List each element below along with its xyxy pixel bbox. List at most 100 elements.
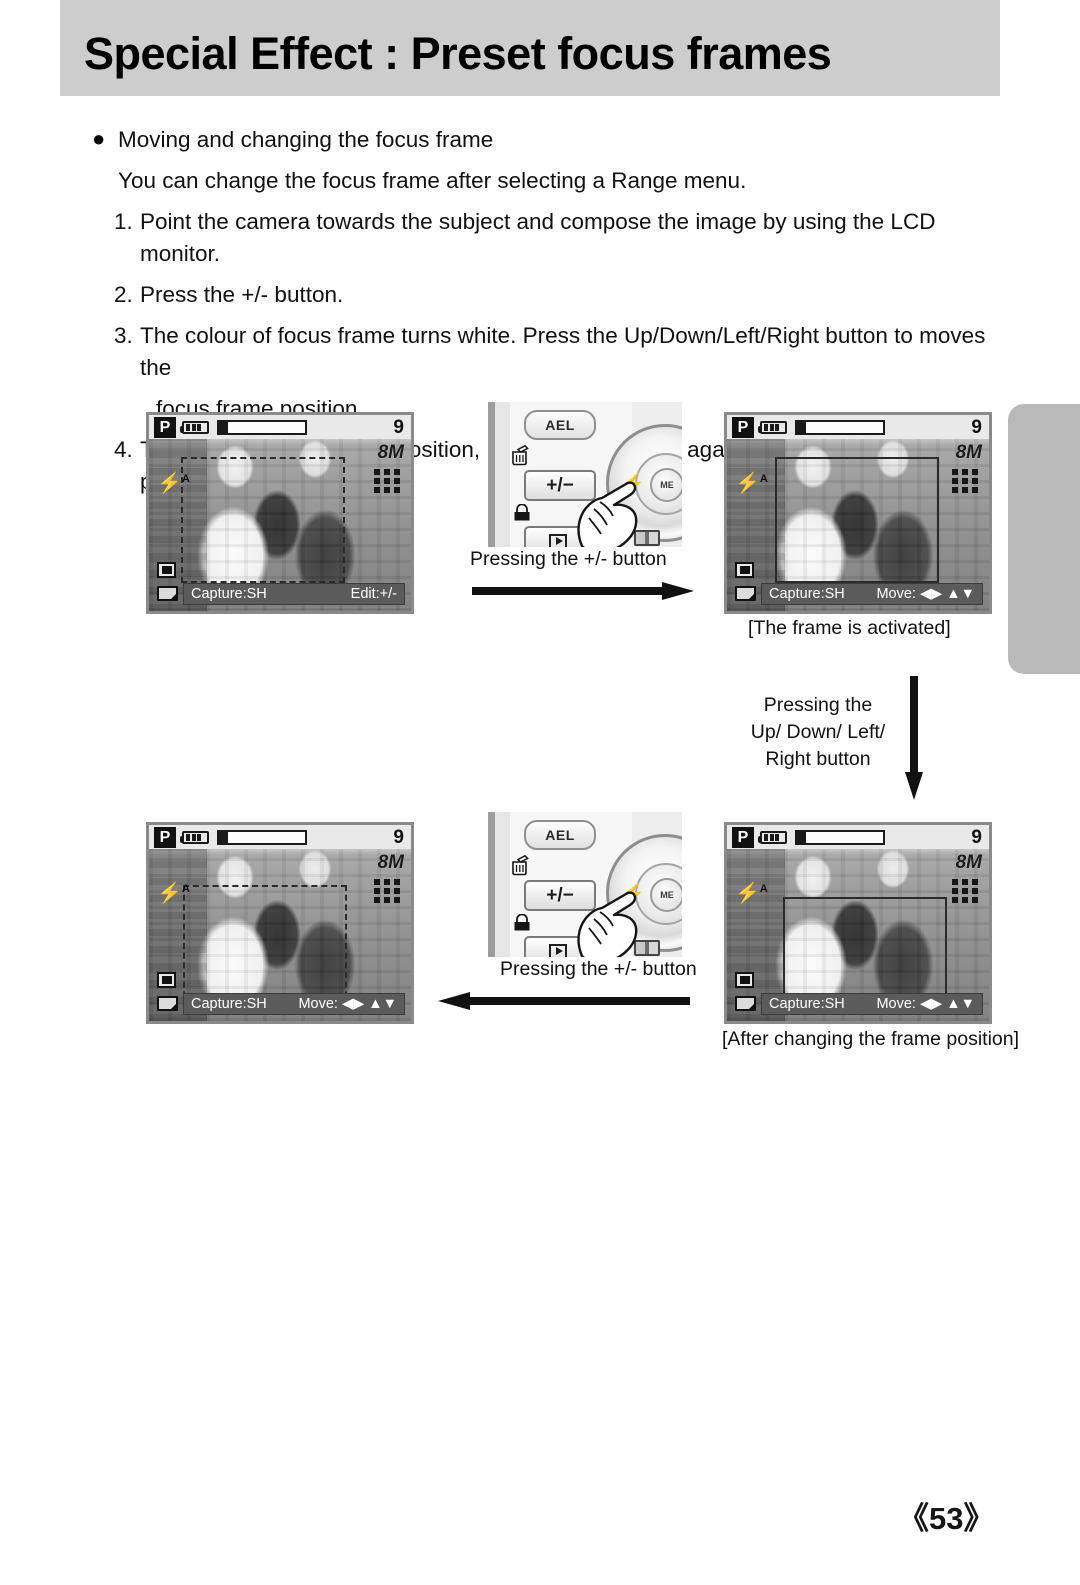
trash-icon — [510, 854, 532, 876]
flash-auto-icon: ⚡A — [735, 472, 768, 495]
quality-dots-icon — [952, 469, 980, 493]
ael-button[interactable]: AEL — [524, 410, 596, 440]
arrow-right-top — [472, 582, 694, 600]
status-action-label: Move: ◀▶ ▲▼ — [876, 996, 975, 1012]
memory-card-icon — [735, 996, 756, 1011]
page-title: Special Effect : Preset focus frames — [84, 28, 832, 79]
camera-buttons-diagram-top: AEL +/− ⚡ ME — [482, 402, 682, 547]
mode-p-icon: P — [732, 827, 754, 848]
caption-updown-line3: Right button — [765, 748, 871, 770]
memory-card-icon — [157, 586, 178, 601]
caption-updown-line1: Pressing the — [763, 694, 873, 716]
step-number-2: 2. — [114, 282, 133, 307]
step-row-2: 2. Press the +/- button. — [88, 279, 988, 311]
status-action-label: Move: ◀▶ ▲▼ — [876, 586, 975, 602]
mode-p-icon: P — [732, 417, 754, 438]
trash-icon — [510, 444, 532, 466]
step-number-3: 3. — [114, 323, 133, 348]
shots-remaining: 9 — [971, 417, 982, 438]
battery-icon — [758, 421, 787, 434]
ael-label: AEL — [545, 827, 575, 843]
lcd-screen-activated: P 9 8M ⚡A Capture:SH Move: ◀▶ ▲▼ — [724, 412, 992, 614]
battery-icon — [180, 831, 209, 844]
arrow-down-middle — [905, 676, 923, 800]
arrow-left-bottom — [438, 992, 690, 1010]
lcd-bottom-status-bar: Capture:SH Edit:+/- — [183, 583, 405, 605]
resolution-label: 8M — [377, 852, 404, 873]
step-number-1: 1. — [114, 209, 133, 234]
camera-buttons-diagram-bottom: AEL +/− ⚡ ME — [482, 812, 682, 957]
memory-card-icon — [735, 586, 756, 601]
step-row-1: 1. Point the camera towards the subject … — [88, 206, 988, 270]
status-capture-label: Capture:SH — [191, 586, 267, 602]
resolution-label: 8M — [377, 442, 404, 463]
single-shot-icon — [735, 972, 754, 988]
status-action-label: Edit:+/- — [350, 586, 397, 602]
step-row-3: 3. The colour of focus frame turns white… — [88, 320, 988, 384]
focus-frame-dashed — [181, 457, 345, 583]
lcd-bottom-status-bar: Capture:SH Move: ◀▶ ▲▼ — [761, 583, 983, 605]
step-number-4: 4. — [114, 437, 133, 462]
status-capture-label: Capture:SH — [769, 996, 845, 1012]
status-capture-label: Capture:SH — [769, 586, 845, 602]
single-shot-icon — [157, 972, 176, 988]
caption-frame-activated: [The frame is activated] — [748, 617, 951, 639]
lcd-screen-before: P 9 8M ⚡A Capture:SH Edit:+/- — [146, 412, 414, 614]
quality-dots-icon — [952, 879, 980, 903]
shots-remaining: 9 — [393, 827, 404, 848]
caption-press-plusminus-bottom: Pressing the +/- button — [500, 958, 697, 980]
shots-remaining: 9 — [393, 417, 404, 438]
battery-icon — [180, 421, 209, 434]
step-text-2: Press the +/- button. — [140, 282, 344, 307]
lcd-screen-moved: P 9 8M ⚡A Capture:SH Move: ◀▶ ▲▼ — [724, 822, 992, 1024]
ael-label: AEL — [545, 417, 575, 433]
ael-button[interactable]: AEL — [524, 820, 596, 850]
hand-pointer-icon — [574, 474, 644, 547]
flash-auto-icon: ⚡A — [735, 882, 768, 905]
caption-updown-line2: Up/ Down/ Left/ — [750, 721, 886, 743]
quality-dots-icon — [374, 469, 402, 493]
menu-button[interactable]: ME — [650, 468, 682, 502]
page-number: 《53》 — [898, 1501, 995, 1536]
single-shot-icon — [735, 562, 754, 578]
zoom-bar-icon — [217, 830, 307, 845]
lock-icon — [512, 913, 532, 932]
zoom-bar-icon — [795, 830, 885, 845]
status-capture-label: Capture:SH — [191, 996, 267, 1012]
play-icon — [549, 943, 567, 957]
lock-icon — [512, 503, 532, 522]
caption-after-changing: [After changing the frame position] — [722, 1028, 1020, 1050]
memory-card-icon — [157, 996, 178, 1011]
zoom-bar-icon — [795, 420, 885, 435]
lcd-screen-after-confirm: P 9 8M ⚡A Capture:SH Move: ◀▶ ▲▼ — [146, 822, 414, 1024]
focus-frame-dashed — [183, 885, 347, 1007]
zoom-bar-icon — [217, 420, 307, 435]
shots-remaining: 9 — [971, 827, 982, 848]
hand-pointer-icon — [574, 884, 644, 957]
caption-press-plusminus-top: Pressing the +/- button — [470, 548, 667, 570]
step-text-3: The colour of focus frame turns white. P… — [140, 323, 986, 380]
resolution-label: 8M — [955, 442, 982, 463]
lcd-bottom-status-bar: Capture:SH Move: ◀▶ ▲▼ — [761, 993, 983, 1015]
flash-auto-icon: ⚡A — [157, 472, 190, 495]
battery-icon — [758, 831, 787, 844]
quality-dots-icon — [374, 879, 402, 903]
step-text-1: Point the camera towards the subject and… — [140, 209, 936, 266]
subheading: You can change the focus frame after sel… — [118, 168, 747, 193]
bullet-heading-row: ● Moving and changing the focus frame — [88, 124, 988, 156]
flash-auto-icon: ⚡A — [157, 882, 190, 905]
bullet-heading: Moving and changing the focus frame — [118, 127, 494, 152]
caption-press-updown: Pressing the Up/ Down/ Left/ Right butto… — [730, 692, 906, 773]
play-icon — [549, 533, 567, 547]
lcd-bottom-status-bar: Capture:SH Move: ◀▶ ▲▼ — [183, 993, 405, 1015]
mode-p-icon: P — [154, 417, 176, 438]
mode-p-icon: P — [154, 827, 176, 848]
subheading-row: You can change the focus frame after sel… — [88, 165, 988, 197]
menu-button[interactable]: ME — [650, 878, 682, 912]
resolution-label: 8M — [955, 852, 982, 873]
plus-minus-label: +/− — [546, 475, 574, 496]
bullet-icon: ● — [92, 126, 106, 151]
plus-minus-label: +/− — [546, 885, 574, 906]
status-action-label: Move: ◀▶ ▲▼ — [298, 996, 397, 1012]
focus-frame-solid — [775, 457, 939, 583]
